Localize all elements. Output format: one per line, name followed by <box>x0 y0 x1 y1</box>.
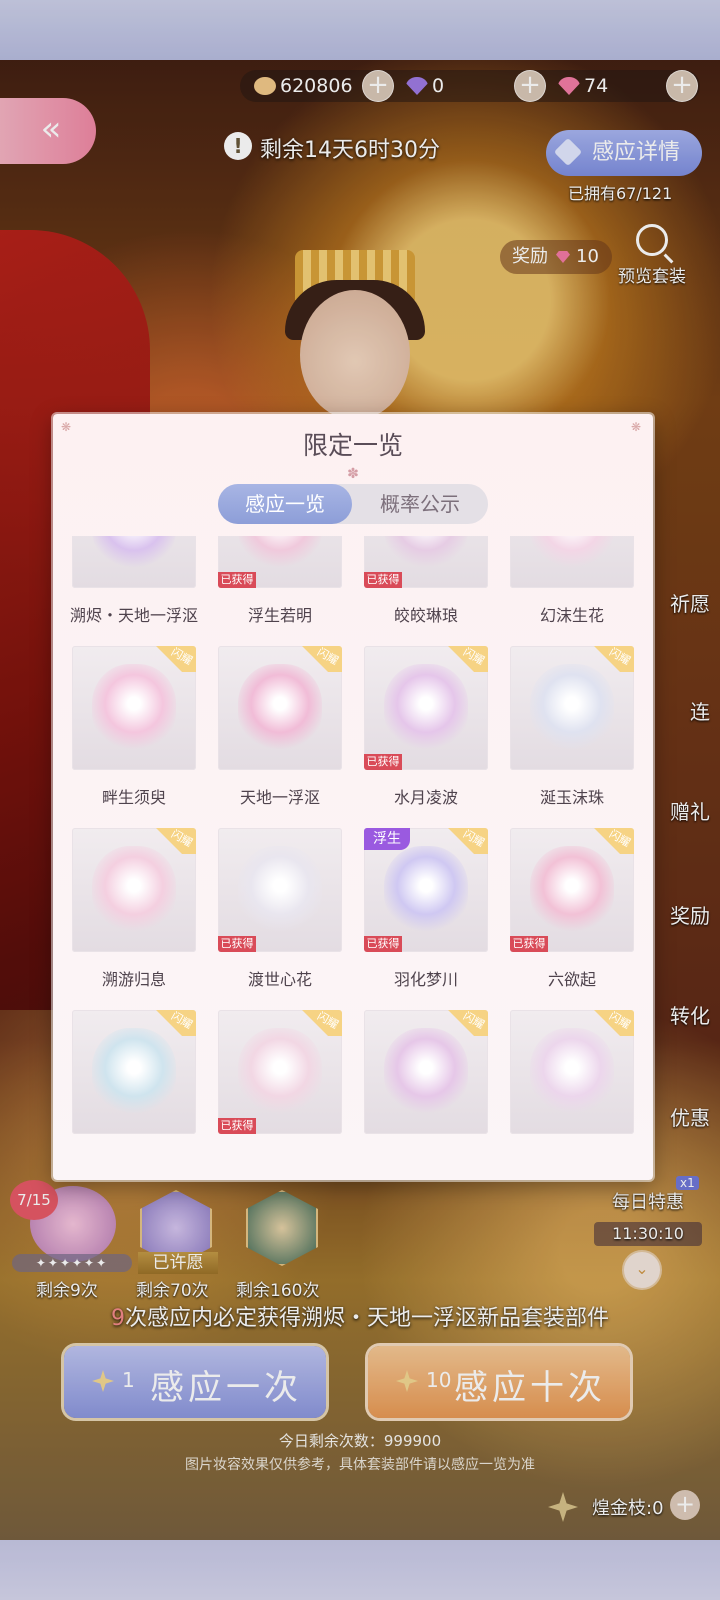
flash-badge-label: 闪耀 <box>314 1010 341 1032</box>
flash-badge: 闪耀 <box>296 646 342 672</box>
modal-title: 限定一览 <box>302 431 403 460</box>
item-art <box>238 1028 322 1116</box>
item-thumbnail: 闪耀 <box>218 646 342 770</box>
item-art <box>384 664 468 752</box>
item-name: 涎玉沫珠 <box>539 788 604 807</box>
item-art <box>530 664 614 752</box>
item-art <box>92 1028 176 1116</box>
item-thumbnail: 闪耀 <box>510 646 634 770</box>
obtained-badge: 已获得 <box>218 936 256 952</box>
item-art <box>530 536 614 570</box>
item-name: 溯游归息 <box>101 970 166 989</box>
item-name: 六欲起 <box>547 970 596 989</box>
item-thumbnail: 闪耀 <box>72 828 196 952</box>
item-thumbnail: 闪耀 <box>72 1010 196 1134</box>
flash-badge-label: 闪耀 <box>606 828 633 850</box>
flash-badge-label: 闪耀 <box>460 1010 487 1032</box>
flash-badge-label: 闪耀 <box>606 1010 633 1032</box>
item-art <box>384 536 468 570</box>
item-art <box>530 1028 614 1116</box>
obtained-badge: 已获得 <box>218 1118 256 1134</box>
item-thumbnail: 闪耀已获得 <box>364 646 488 770</box>
obtained-badge: 已获得 <box>364 572 402 588</box>
tab-probability[interactable]: 概率公示 <box>352 484 488 524</box>
obtained-badge: 已获得 <box>218 572 256 588</box>
flash-badge: 闪耀 <box>442 828 488 854</box>
grid-item[interactable]: 闪耀涎玉沫珠 <box>491 646 637 822</box>
grid-item[interactable]: 闪耀已获得 <box>199 1010 345 1180</box>
flash-badge: 闪耀 <box>588 1010 634 1036</box>
item-thumbnail: 已获得 <box>364 536 488 588</box>
obtained-badge: 已获得 <box>510 936 548 952</box>
item-art <box>92 846 176 934</box>
obtained-badge: 已获得 <box>364 754 402 770</box>
flash-badge: 闪耀 <box>588 646 634 672</box>
grid-item[interactable]: 已获得浮生若明 <box>199 536 345 640</box>
item-art <box>92 664 176 752</box>
flash-badge-label: 闪耀 <box>168 646 195 668</box>
item-grid: 溯烬・天地一浮沤 已获得 浮生若明 已获得 皎皎琳琅 幻沫生花 闪耀 畔生须臾 闪耀 天地一浮沤闪… <box>53 536 653 1180</box>
item-thumbnail: 已获得 <box>218 536 342 588</box>
flash-badge-label: 闪耀 <box>606 646 633 668</box>
grid-item[interactable]: 闪耀 <box>53 1010 199 1180</box>
flash-badge: 闪耀 <box>296 1010 342 1036</box>
item-name: 畔生须臾 <box>101 788 166 807</box>
item-art <box>384 1028 468 1116</box>
item-art <box>238 664 322 752</box>
obtained-badge: 已获得 <box>364 936 402 952</box>
grid-item[interactable]: 闪耀畔生须臾 <box>53 646 199 822</box>
flash-badge: 闪耀 <box>150 828 196 854</box>
item-name: 皎皎琳琅 <box>393 606 458 625</box>
item-name: 羽化梦川 <box>393 970 458 989</box>
item-thumbnail: 闪耀 <box>510 1010 634 1134</box>
tab-overview[interactable]: 感应一览 <box>218 484 352 524</box>
flash-badge: 闪耀 <box>588 828 634 854</box>
grid-item[interactable]: 闪耀已获得六欲起 <box>491 828 637 1004</box>
item-name: 溯烬・天地一浮沤 <box>69 606 198 625</box>
item-thumbnail <box>510 536 634 588</box>
grid-item[interactable]: 已获得皎皎琳琅 <box>345 536 491 640</box>
item-art <box>238 846 322 934</box>
grid-item[interactable]: 闪耀溯游归息 <box>53 828 199 1004</box>
divider-ornament-icon: ✽ <box>347 466 359 482</box>
grid-item[interactable]: 幻沫生花 <box>491 536 637 640</box>
flash-badge-label: 闪耀 <box>314 646 341 668</box>
item-thumbnail: 闪耀已获得 <box>510 828 634 952</box>
item-name: 天地一浮沤 <box>239 788 320 807</box>
grid-item[interactable]: 已获得渡世心花 <box>199 828 345 1004</box>
grid-item[interactable]: 闪耀 <box>491 1010 637 1180</box>
item-name: 幻沫生花 <box>539 606 604 625</box>
item-art <box>384 846 468 934</box>
grid-item[interactable]: 闪耀 浮生已获得羽化梦川 <box>345 828 491 1004</box>
item-art <box>530 846 614 934</box>
grid-item[interactable]: 闪耀 <box>345 1010 491 1180</box>
item-thumbnail: 闪耀 <box>72 646 196 770</box>
flash-badge-label: 闪耀 <box>460 828 487 850</box>
flash-badge: 闪耀 <box>150 646 196 672</box>
flash-badge: 闪耀 <box>442 646 488 672</box>
item-art <box>238 536 322 570</box>
grid-item[interactable]: 闪耀天地一浮沤 <box>199 646 345 822</box>
flash-badge: 闪耀 <box>442 1010 488 1036</box>
modal-tabs: 感应一览 概率公示 <box>218 484 488 524</box>
item-thumbnail: 闪耀 <box>364 1010 488 1134</box>
item-thumbnail: 闪耀 浮生已获得 <box>364 828 488 952</box>
item-thumbnail: 闪耀已获得 <box>218 1010 342 1134</box>
item-art <box>92 536 176 570</box>
item-name: 水月凌波 <box>393 788 458 807</box>
item-name: 浮生若明 <box>247 606 312 625</box>
grid-item[interactable]: 闪耀已获得水月凌波 <box>345 646 491 822</box>
item-name: 渡世心花 <box>247 970 312 989</box>
flash-badge-label: 闪耀 <box>460 646 487 668</box>
flash-badge-label: 闪耀 <box>168 1010 195 1032</box>
fusheng-badge: 浮生 <box>364 828 410 850</box>
flash-badge: 闪耀 <box>150 1010 196 1036</box>
item-thumbnail <box>72 536 196 588</box>
item-thumbnail: 已获得 <box>218 828 342 952</box>
limited-overview-modal: ❋ ❋ 限定一览 ✽ 感应一览 概率公示 溯烬・天地一浮沤 已获得 浮生若明 已获得皎… <box>53 414 653 1180</box>
grid-item[interactable]: 溯烬・天地一浮沤 <box>53 536 199 640</box>
flash-badge-label: 闪耀 <box>168 828 195 850</box>
